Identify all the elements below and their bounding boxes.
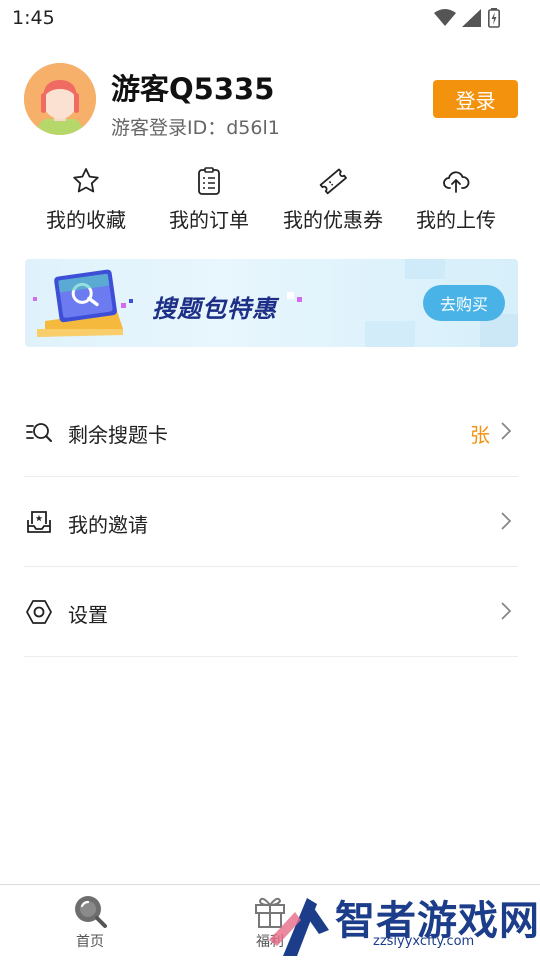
orders-label: 我的订单 — [169, 208, 249, 232]
cloud-upload-icon — [443, 171, 470, 193]
chevron-right-icon — [501, 422, 512, 440]
banner-title: 搜题包特惠 — [152, 295, 277, 323]
promo-banner[interactable]: 搜题包特惠 去购买 — [25, 259, 518, 347]
quick-actions: 我的收藏 我的订单 我的优惠券 我的上传 — [0, 166, 540, 236]
guest-id: 游客登录ID：d56l1 — [111, 117, 280, 139]
watermark: 智者游戏网 zzslyyxcfty.com — [255, 886, 540, 960]
menu-item-invites[interactable]: 我的邀请 — [24, 477, 518, 567]
status-bar: 1:45 — [0, 0, 540, 38]
watermark-logo — [269, 898, 329, 956]
chevron-right-icon — [501, 512, 512, 530]
profile-name: 游客Q5335 — [111, 72, 275, 106]
login-button[interactable]: 登录 — [433, 80, 518, 118]
menu-item-search-cards[interactable]: 剩余搜题卡 张 — [24, 387, 518, 477]
favorites-button[interactable]: 我的收藏 — [21, 166, 151, 233]
status-time: 1:45 — [12, 7, 55, 29]
menu-label: 设置 — [68, 603, 108, 627]
nav-home[interactable]: 首页 — [45, 893, 135, 951]
nav-label: 首页 — [76, 934, 104, 950]
avatar[interactable] — [24, 63, 96, 135]
buy-button[interactable]: 去购买 — [423, 285, 505, 321]
menu-item-settings[interactable]: 设置 — [24, 567, 518, 657]
invite-inbox-icon — [27, 511, 51, 533]
search-list-icon — [26, 423, 52, 442]
remaining-cards-value: 张 — [470, 423, 490, 447]
coupons-label: 我的优惠券 — [283, 208, 383, 232]
star-icon — [73, 168, 99, 193]
status-icons — [434, 8, 500, 28]
wifi-icon — [434, 9, 456, 26]
orders-button[interactable]: 我的订单 — [144, 166, 274, 233]
menu-list: 剩余搜题卡 张 我的邀请 设置 — [24, 387, 518, 657]
chevron-right-icon — [501, 602, 512, 620]
favorites-label: 我的收藏 — [46, 208, 126, 232]
settings-hexagon-icon — [26, 600, 52, 624]
watermark-url: zzslyyxcfty.com — [373, 934, 475, 949]
menu-label: 我的邀请 — [68, 513, 148, 537]
menu-label: 剩余搜题卡 — [68, 423, 168, 447]
coupon-icon — [319, 168, 347, 195]
battery-icon — [488, 8, 500, 28]
coupons-button[interactable]: 我的优惠券 — [268, 166, 398, 233]
uploads-label: 我的上传 — [416, 208, 496, 232]
search-icon — [75, 896, 107, 928]
uploads-button[interactable]: 我的上传 — [391, 166, 521, 233]
signal-icon — [462, 9, 481, 27]
clipboard-icon — [198, 167, 220, 195]
